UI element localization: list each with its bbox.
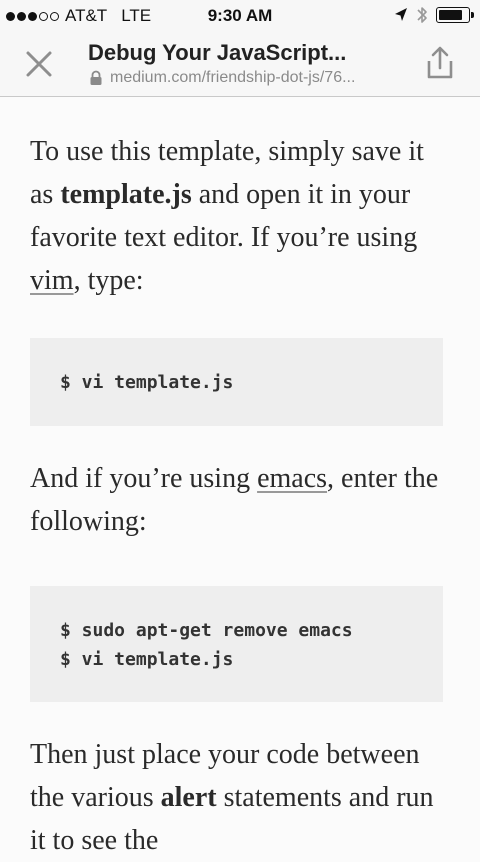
location-arrow-icon <box>395 8 407 21</box>
page-title: Debug Your JavaScript... <box>88 40 347 65</box>
battery-nub <box>471 12 474 18</box>
bold-keyword: alert <box>160 782 217 813</box>
paragraph: Then just place your code between the va… <box>30 733 450 862</box>
paragraph-text: And if you’re using <box>30 463 258 494</box>
paragraph-text: , type: <box>73 265 144 296</box>
close-icon[interactable] <box>22 47 56 81</box>
code-line: $ sudo apt-get remove emacs <box>60 620 353 641</box>
paragraph: To use this template, simply save it as … <box>30 130 450 302</box>
bluetooth-icon <box>417 7 427 23</box>
battery-level <box>439 10 462 20</box>
lock-icon <box>90 70 102 85</box>
battery-icon <box>436 7 474 23</box>
code-block: $ vi template.js <box>30 338 443 426</box>
bold-filename: template.js <box>60 179 192 210</box>
code-line: $ vi template.js <box>60 649 234 670</box>
status-bar: AT&T LTE 9:30 AM <box>0 0 480 32</box>
url-text: medium.com/friendship-dot-js/76... <box>110 69 356 86</box>
vim-link[interactable]: vim <box>30 265 74 296</box>
paragraph: And if you’re using emacs, enter the fol… <box>30 457 450 543</box>
browser-header: Debug Your JavaScript... medium.com/frie… <box>0 32 480 97</box>
emacs-link[interactable]: emacs <box>257 463 327 494</box>
page-url[interactable]: medium.com/friendship-dot-js/76... <box>88 69 398 87</box>
code-line: $ vi template.js <box>60 372 234 393</box>
code-block: $ sudo apt-get remove emacs $ vi templat… <box>30 586 443 702</box>
status-right <box>394 5 474 25</box>
share-icon[interactable] <box>422 44 458 82</box>
